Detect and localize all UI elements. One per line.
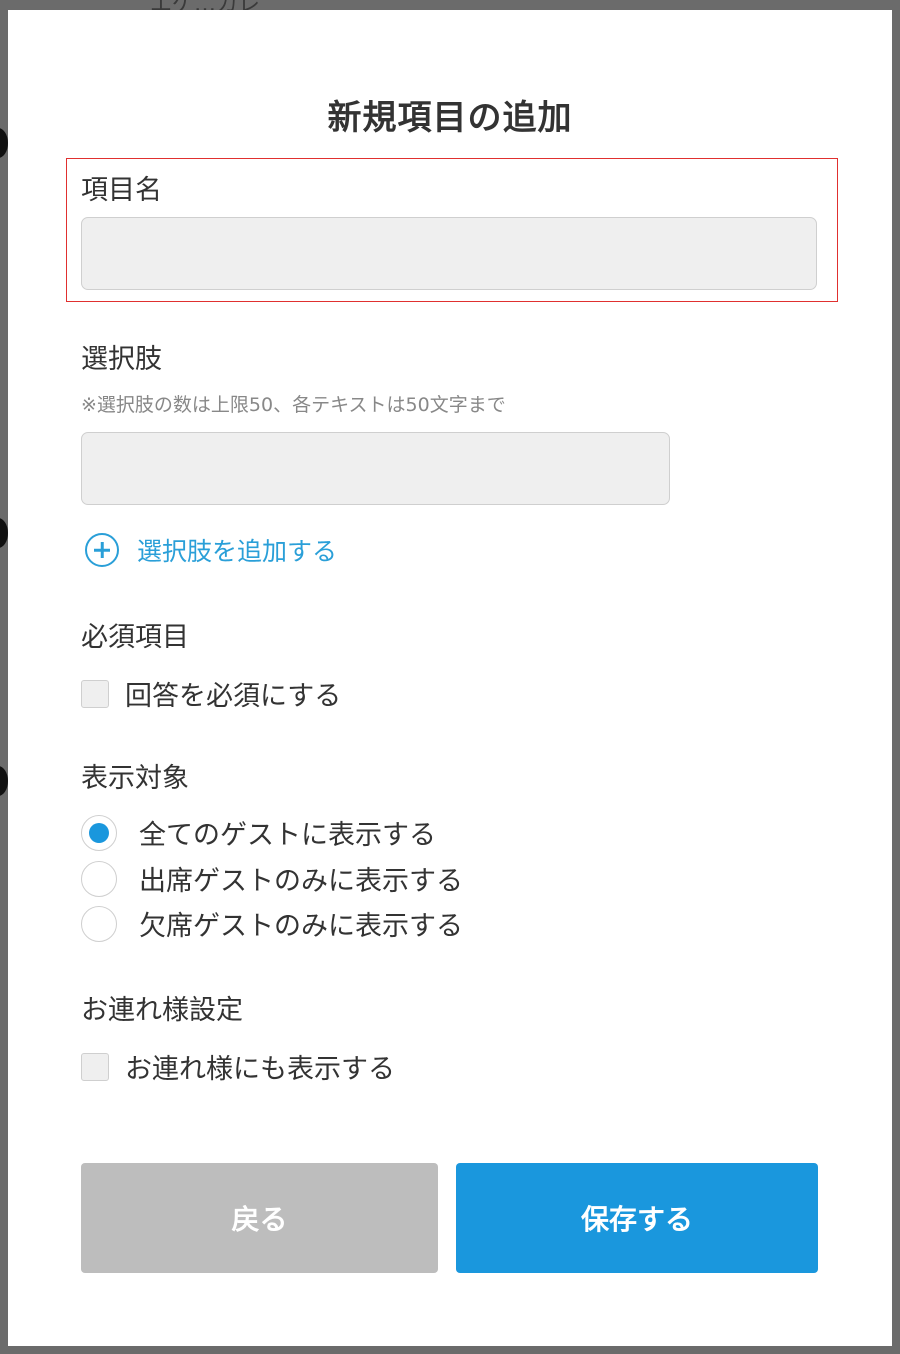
backdrop-dot bbox=[0, 518, 8, 548]
add-item-modal: 新規項目の追加 項目名 選択肢 ※選択肢の数は上限50、各テキストは50文字まで… bbox=[8, 10, 892, 1346]
add-choice-button[interactable]: 選択肢を追加する bbox=[85, 532, 337, 568]
companion-checkbox-row[interactable]: お連れ様にも表示する bbox=[81, 1047, 395, 1086]
add-choice-label: 選択肢を追加する bbox=[137, 537, 338, 566]
companion-checkbox[interactable] bbox=[81, 1052, 109, 1081]
radio-button-selected[interactable] bbox=[81, 814, 117, 851]
item-name-label: 項目名 bbox=[81, 175, 162, 206]
display-option-label: 出席ゲストのみに表示する bbox=[139, 866, 463, 897]
display-option-attending[interactable]: 出席ゲストのみに表示する bbox=[81, 859, 463, 898]
item-name-input[interactable] bbox=[81, 217, 817, 290]
choices-note: ※選択肢の数は上限50、各テキストは50文字まで bbox=[81, 394, 506, 416]
save-button[interactable]: 保存する bbox=[456, 1163, 818, 1273]
required-checkbox-row[interactable]: 回答を必須にする bbox=[81, 674, 341, 713]
display-option-all[interactable]: 全てのゲストに表示する bbox=[81, 813, 436, 852]
plus-circle-icon bbox=[85, 533, 119, 567]
required-checkbox-label: 回答を必須にする bbox=[125, 681, 342, 712]
companion-label: お連れ様設定 bbox=[81, 995, 243, 1026]
required-checkbox[interactable] bbox=[81, 679, 109, 708]
choice-input[interactable] bbox=[81, 432, 670, 505]
display-option-label: 欠席ゲストのみに表示する bbox=[139, 911, 463, 942]
backdrop-dot bbox=[0, 766, 8, 796]
radio-button[interactable] bbox=[81, 905, 117, 942]
modal-title: 新規項目の追加 bbox=[327, 98, 573, 138]
display-option-absent[interactable]: 欠席ゲストのみに表示する bbox=[81, 904, 463, 943]
display-target-label: 表示対象 bbox=[81, 763, 189, 794]
companion-checkbox-label: お連れ様にも表示する bbox=[125, 1054, 395, 1085]
choices-label: 選択肢 bbox=[81, 344, 162, 375]
back-button[interactable]: 戻る bbox=[81, 1163, 438, 1273]
required-label: 必須項目 bbox=[81, 622, 189, 653]
backdrop-text: エゲ…カレ bbox=[150, 0, 450, 10]
backdrop-dot bbox=[0, 128, 8, 158]
radio-button[interactable] bbox=[81, 860, 117, 897]
display-option-label: 全てのゲストに表示する bbox=[139, 820, 436, 851]
